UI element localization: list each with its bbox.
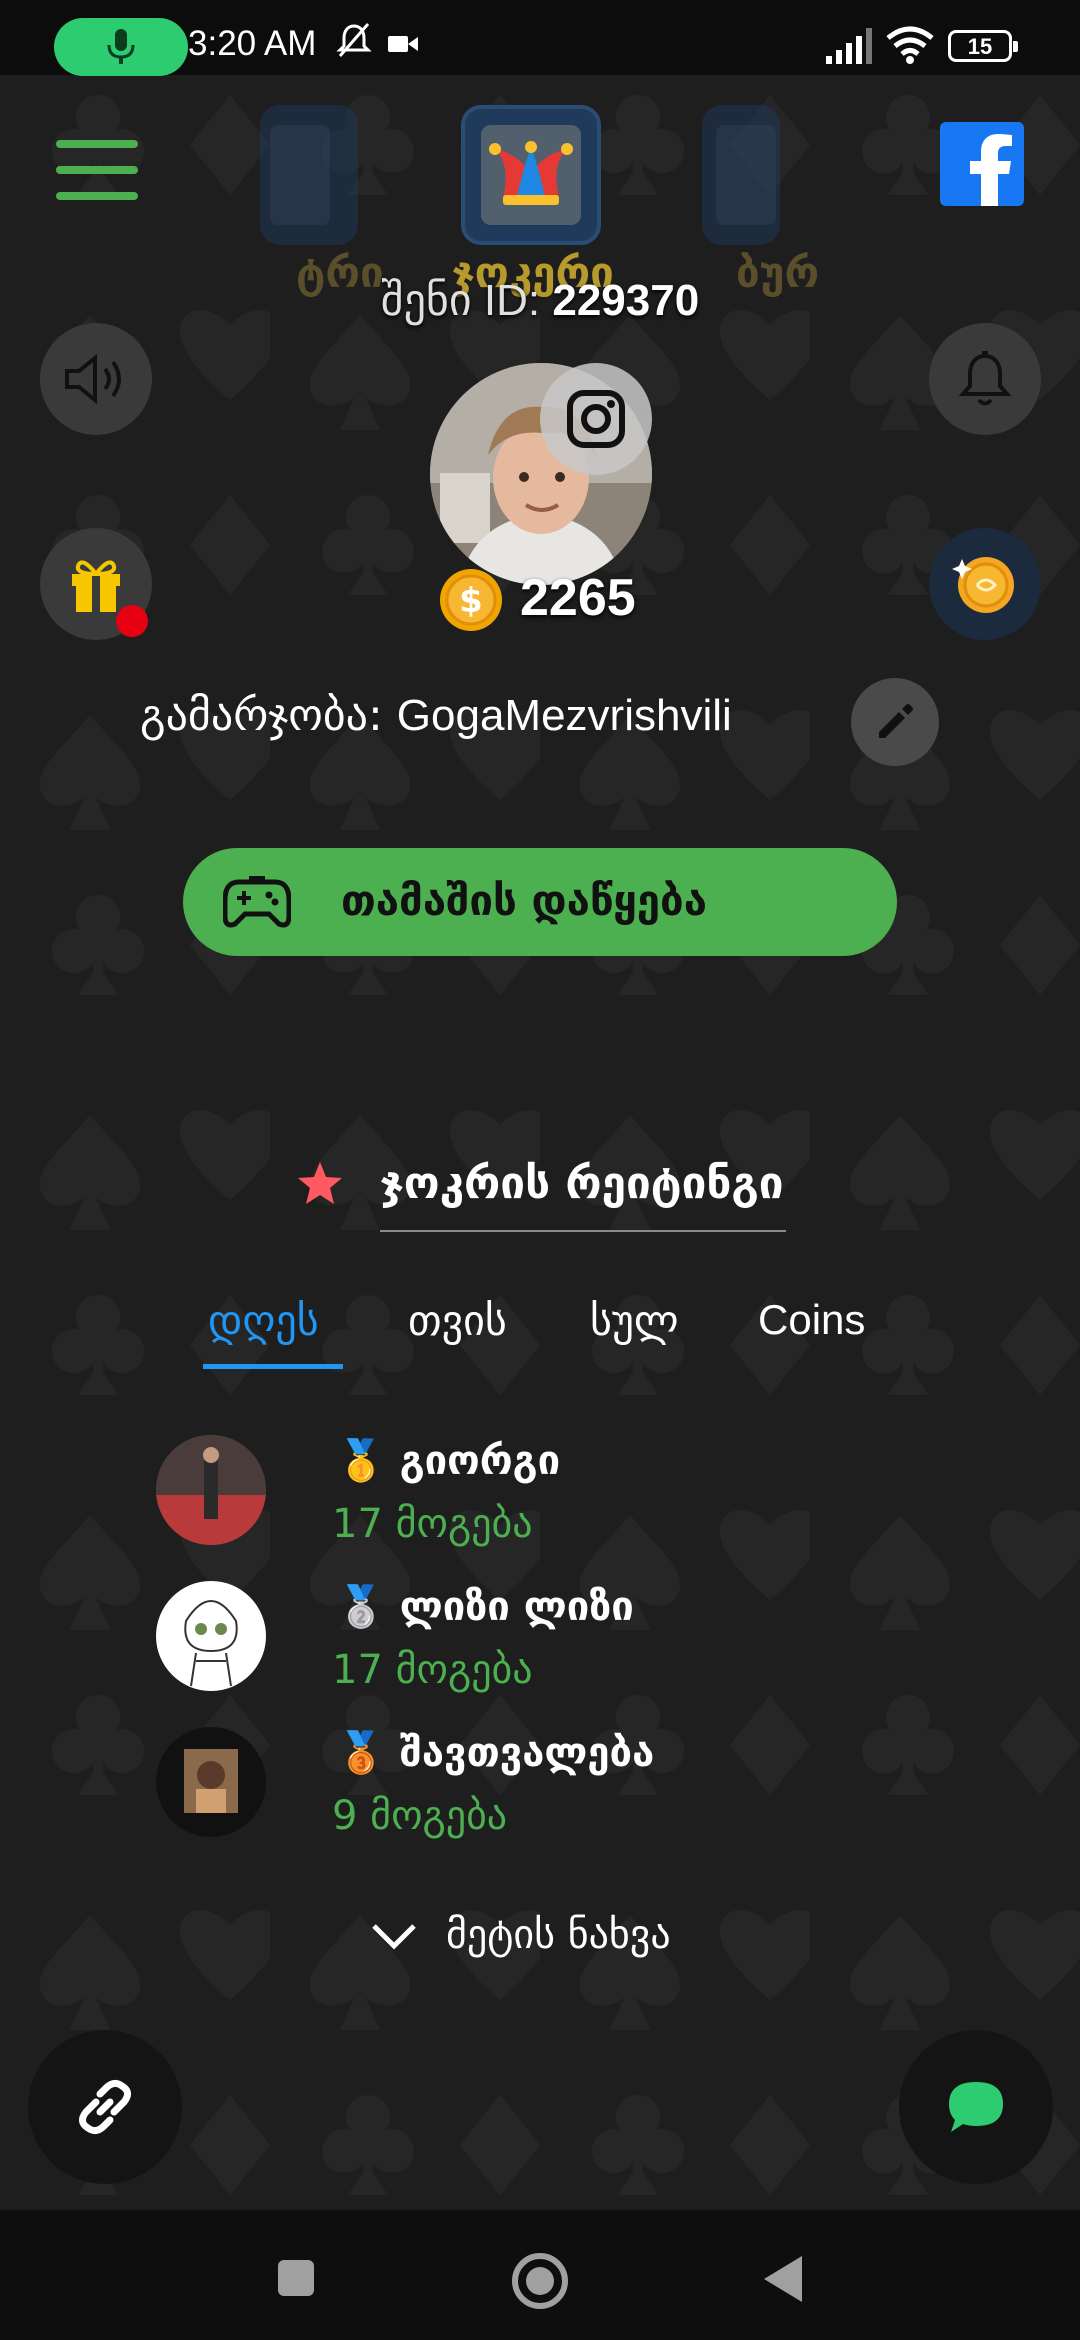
leader-name-text: გიორგი <box>399 1438 561 1484</box>
game-tile-next[interactable] <box>702 105 780 245</box>
hamburger-menu-icon[interactable] <box>52 140 140 210</box>
game-tile-joker[interactable] <box>461 105 601 245</box>
bronze-medal-icon: 🥉 <box>336 1730 386 1776</box>
player-id-value: 229370 <box>552 276 700 325</box>
home-icon[interactable] <box>511 2252 569 2310</box>
chevron-down-icon <box>372 1924 416 1950</box>
jester-hat-icon <box>481 125 581 225</box>
leader-name-text: ლიზი ლიზი <box>399 1584 634 1630</box>
rating-header: ჯოკრის რეიტინგი <box>290 1150 810 1232</box>
game-tile-previous[interactable] <box>260 105 358 245</box>
tab-all-time[interactable]: სულ <box>590 1296 679 1345</box>
coin-icon: $ <box>440 569 502 631</box>
active-tab-indicator <box>203 1364 343 1369</box>
battery-icon: 15 <box>948 30 1018 62</box>
see-more-label: მეტის ნახვა <box>446 1912 671 1958</box>
leader-name: 🥇 გიორგი <box>336 1437 560 1484</box>
speaker-icon <box>65 354 121 404</box>
leader-wins: 9 მოგება <box>332 1793 508 1839</box>
link-icon <box>79 2079 131 2135</box>
gold-medal-icon: 🥇 <box>336 1438 386 1484</box>
signal-icon <box>826 28 872 64</box>
star-icon <box>298 1162 342 1204</box>
leader-avatar <box>156 1435 266 1545</box>
leader-wins: 17 მოგება <box>332 1501 533 1547</box>
player-id: შენი ID: 229370 <box>0 275 1080 326</box>
bell-icon <box>958 351 1012 406</box>
rating-title: ჯოკრის რეიტინგი <box>380 1158 784 1209</box>
leaderboard-row[interactable]: 🥈 ლიზი ლიზი 17 მოგება <box>156 1581 856 1701</box>
chat-button[interactable] <box>899 2030 1053 2184</box>
status-bar: 3:20 AM 15 <box>0 0 1080 76</box>
gift-notification-dot <box>116 605 148 637</box>
coin-balance: 2265 <box>520 569 636 627</box>
tab-coins[interactable]: Coins <box>758 1296 865 1344</box>
rating-tabs: დღეს თვის სულ Coins <box>0 1296 1080 1376</box>
gamepad-icon <box>223 876 291 928</box>
share-link-button[interactable] <box>28 2030 182 2184</box>
leader-avatar <box>156 1581 266 1691</box>
sound-button[interactable] <box>40 323 152 435</box>
greeting: გამარჯობა: GogaMezvrishvili <box>140 690 732 741</box>
bonus-coin-button[interactable] <box>929 528 1041 640</box>
mic-icon <box>107 29 135 64</box>
leaderboard-row[interactable]: 🥉 შავთვალება 9 მოგება <box>156 1727 856 1847</box>
system-navigation-bar <box>0 2210 1080 2340</box>
leader-avatar <box>156 1727 266 1837</box>
greeting-label: გამარჯობა: <box>140 690 383 741</box>
leaderboard-row[interactable]: 🥇 გიორგი 17 მოგება <box>156 1435 856 1555</box>
silver-medal-icon: 🥈 <box>336 1584 386 1630</box>
recent-apps-icon[interactable] <box>276 2258 316 2298</box>
pencil-icon <box>879 704 913 738</box>
edit-username-button[interactable] <box>851 678 939 766</box>
mic-indicator[interactable] <box>54 18 188 76</box>
tab-month[interactable]: თვის <box>408 1296 507 1345</box>
notifications-button[interactable] <box>929 323 1041 435</box>
leader-name: 🥉 შავთვალება <box>336 1729 654 1776</box>
leader-name: 🥈 ლიზი ლიზი <box>336 1583 634 1630</box>
gift-icon <box>72 560 120 612</box>
facebook-icon[interactable] <box>940 122 1024 206</box>
username: GogaMezvrishvili <box>396 691 732 740</box>
chat-bubble-icon <box>949 2082 1003 2132</box>
instagram-icon <box>567 390 625 448</box>
mute-bell-icon <box>336 23 372 57</box>
tab-today[interactable]: დღეს <box>208 1296 319 1345</box>
rating-divider <box>380 1230 786 1232</box>
start-game-button[interactable]: თამაშის დაწყება <box>183 848 897 956</box>
svg-text:$: $ <box>459 581 483 621</box>
clock: 3:20 AM <box>188 24 317 63</box>
leader-name-text: შავთვალება <box>399 1730 655 1776</box>
player-id-label: შენი ID: <box>380 276 541 325</box>
wifi-icon <box>886 26 934 64</box>
coin-sparkle-icon <box>952 557 1014 613</box>
leader-wins: 17 მოგება <box>332 1647 533 1693</box>
instagram-button[interactable] <box>540 363 652 475</box>
start-game-label: თამაშის დაწყება <box>341 876 707 925</box>
back-icon[interactable] <box>762 2254 804 2304</box>
video-icon <box>388 36 418 52</box>
